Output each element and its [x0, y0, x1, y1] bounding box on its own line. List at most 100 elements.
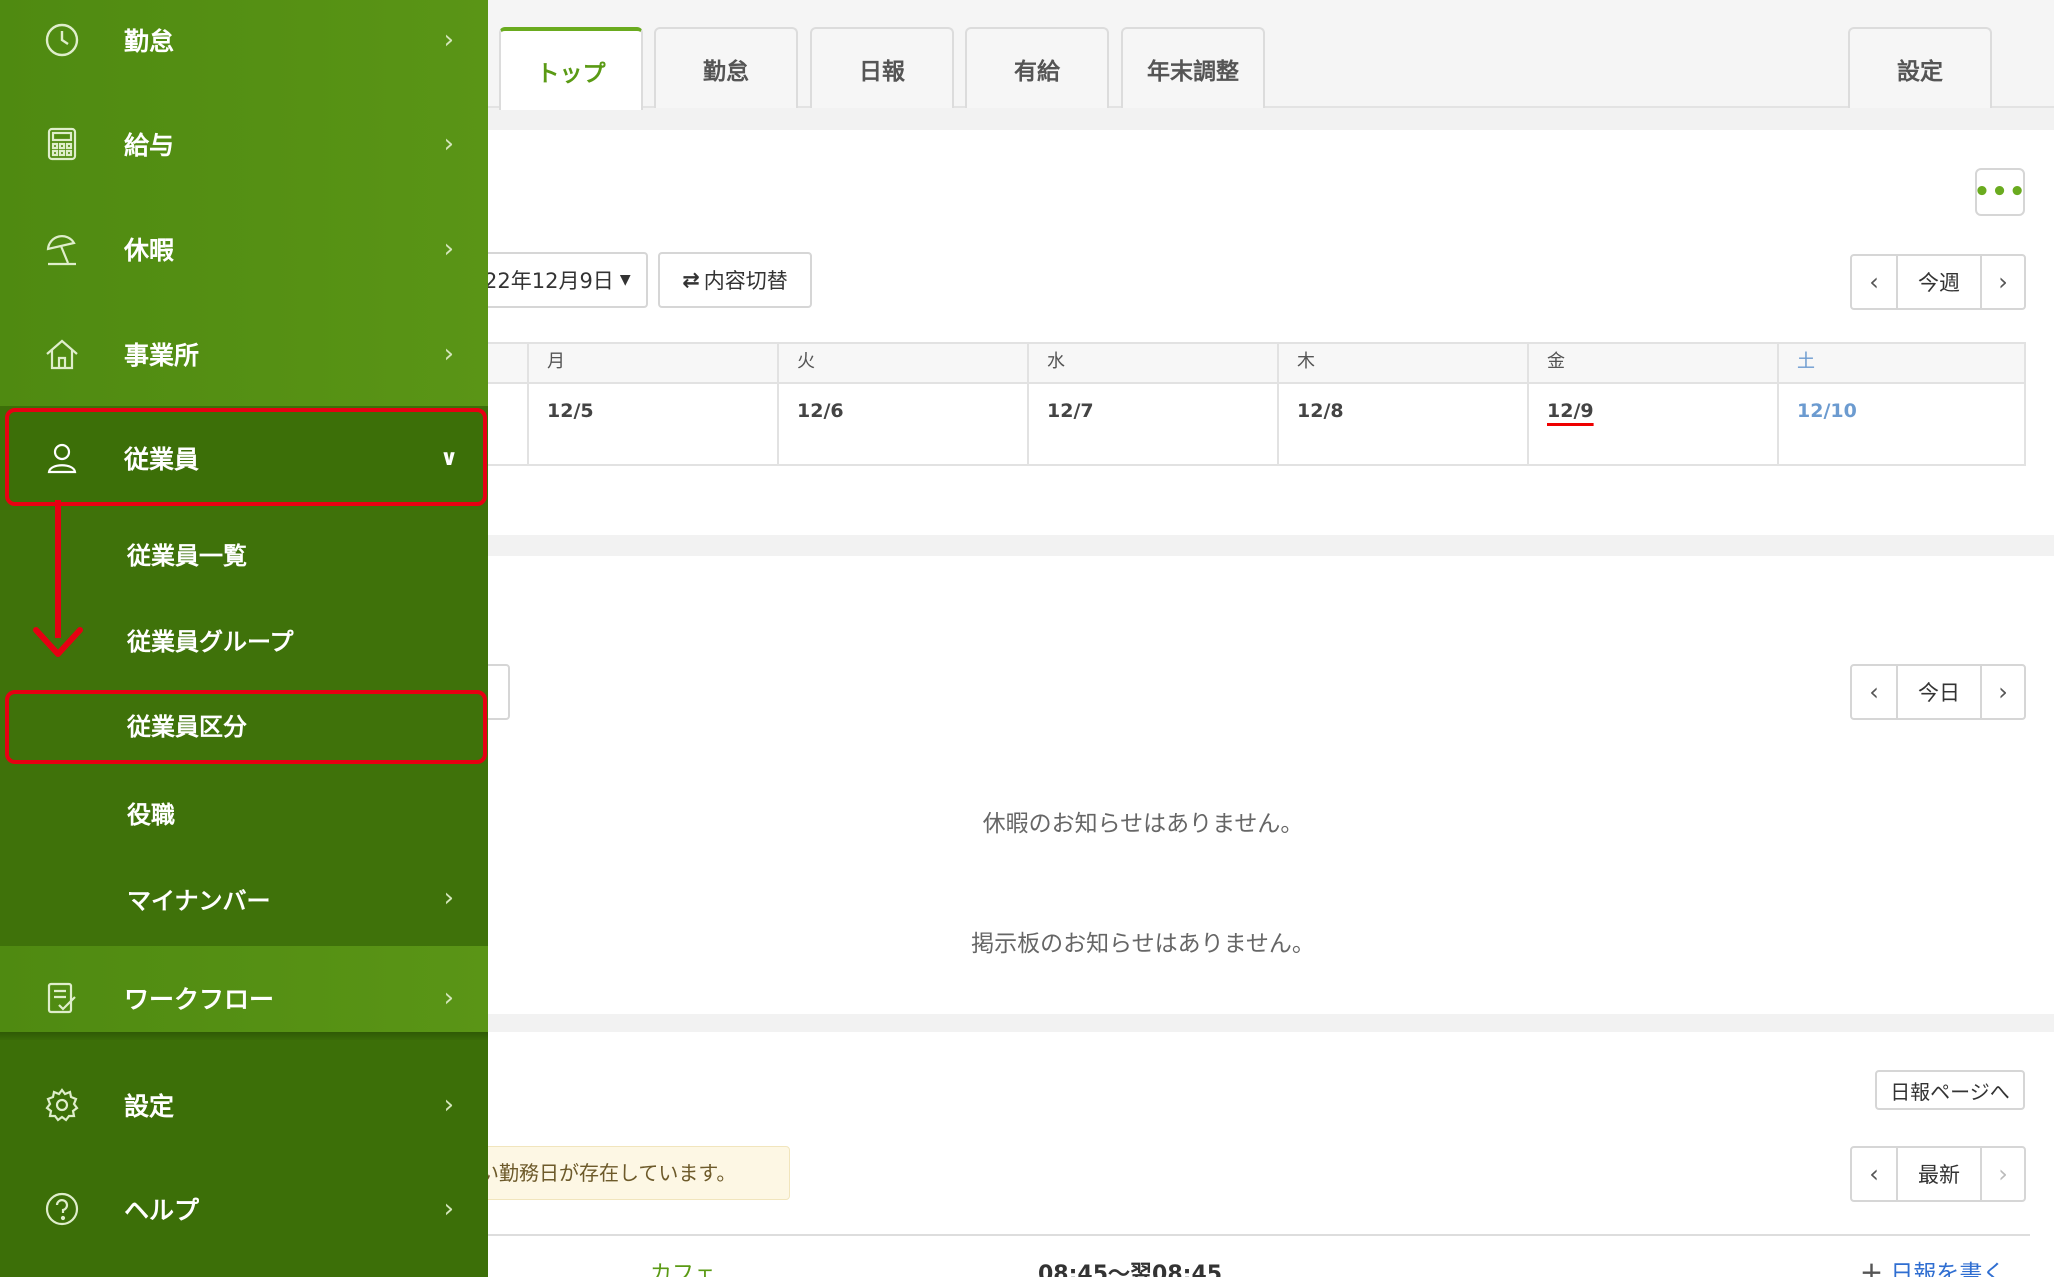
calendar-header-cell — [487, 344, 527, 382]
report-navigator: ‹ 最新 › — [1850, 1146, 2026, 1202]
tab-daily-report[interactable]: 日報 — [810, 27, 954, 108]
sidebar-item-label: 事業所 — [124, 341, 200, 370]
report-place-link[interactable]: カフェ — [650, 1256, 716, 1277]
more-options-button[interactable]: ••• — [1973, 168, 2027, 216]
calendar-date[interactable]: 12/8 — [1277, 384, 1527, 464]
chevron-right-icon: › — [443, 983, 454, 1013]
calendar-date-cell — [487, 384, 527, 464]
week-calendar: 月 火 水 木 金 土 12/5 12/6 12/7 12/8 12/9 12/… — [485, 342, 2026, 466]
sidebar-item-leave[interactable]: 休暇 › — [0, 197, 488, 301]
submenu-item-label: 従業員グループ — [127, 627, 294, 656]
weekday-label: 木 — [1277, 344, 1527, 382]
write-report-label: 日報を書く — [1890, 1261, 2006, 1277]
next-report-button: › — [1980, 1148, 2024, 1200]
chevron-right-icon: › — [443, 1194, 454, 1224]
sidebar-item-label: 勤怠 — [124, 27, 175, 56]
tab-top[interactable]: トップ — [499, 27, 643, 110]
calendar-date[interactable]: 12/6 — [777, 384, 1027, 464]
this-week-button[interactable]: 今週 — [1896, 256, 1980, 308]
tab-year-end-adjustment[interactable]: 年末調整 — [1121, 27, 1265, 108]
next-week-button[interactable]: › — [1980, 256, 2024, 308]
today-button[interactable]: 今日 — [1896, 666, 1980, 718]
calendar-date[interactable]: 12/5 — [527, 384, 777, 464]
sidebar-item-settings[interactable]: 設定 › — [0, 1053, 488, 1157]
submenu-item-label: マイナンバー — [127, 886, 271, 915]
sidebar-item-help[interactable]: ヘルプ › — [0, 1157, 488, 1261]
arrow-down-icon — [33, 627, 83, 657]
sidebar-item-label: 設定 — [124, 1092, 175, 1121]
sidebar-item-office[interactable]: 事業所 › — [0, 302, 488, 406]
submenu-employee-list[interactable]: 従業員一覧 — [0, 517, 482, 589]
ellipsis-icon: ••• — [1973, 177, 2027, 207]
sidebar-item-label: ワークフロー — [124, 985, 275, 1014]
swap-arrows-icon: ⇄ — [682, 268, 700, 292]
date-selector[interactable]: 22年12月9日 ▼ — [470, 252, 648, 308]
weekday-label-saturday: 土 — [1777, 344, 2024, 382]
tab-settings[interactable]: 設定 — [1848, 27, 1992, 108]
chevron-right-icon: › — [443, 339, 454, 369]
caret-down-icon: ▼ — [619, 272, 631, 288]
today-date-label: 12/9 — [1547, 400, 1594, 422]
sidebar: 勤怠 › 給与 › 休暇 › 事業所 › 従業員 ∨ 従業員一覧 従業員グループ… — [0, 0, 488, 1277]
sidebar-item-label: ヘルプ — [124, 1196, 200, 1225]
submenu-item-label: 従業員一覧 — [127, 541, 247, 570]
report-time: 08:45～翌08:45 — [1038, 1262, 1223, 1277]
submenu-positions[interactable]: 役職 — [0, 776, 482, 848]
gear-icon — [45, 1088, 79, 1122]
sidebar-item-employees[interactable]: 従業員 ∨ — [0, 406, 488, 510]
chevron-left-icon: ‹ — [1869, 268, 1879, 296]
submenu-my-number[interactable]: マイナンバー › — [0, 862, 482, 934]
sidebar-item-attendance[interactable]: 勤怠 › — [0, 0, 488, 92]
calendar-date-row: 12/5 12/6 12/7 12/8 12/9 12/10 — [487, 384, 2024, 464]
prev-day-button[interactable]: ‹ — [1852, 666, 1896, 718]
beach-umbrella-icon — [46, 235, 76, 266]
week-navigator: ‹ 今週 › — [1850, 254, 2026, 310]
help-icon — [45, 1192, 79, 1226]
chevron-right-icon: › — [443, 1090, 454, 1120]
write-report-link[interactable]: ＋ 日報を書く — [1860, 1254, 2005, 1277]
tab-paid-leave[interactable]: 有給 — [965, 27, 1109, 108]
chevron-right-icon: › — [443, 883, 454, 913]
person-icon — [47, 443, 77, 474]
calendar-date-saturday[interactable]: 12/10 — [1777, 384, 2024, 464]
clock-icon — [45, 23, 79, 57]
sidebar-item-label: 従業員 — [124, 445, 200, 474]
latest-button[interactable]: 最新 — [1896, 1148, 1980, 1200]
date-selector-label: 22年12月9日 — [484, 269, 614, 293]
weekday-label: 金 — [1527, 344, 1777, 382]
weekday-label: 水 — [1027, 344, 1277, 382]
calendar-date-today[interactable]: 12/9 — [1527, 384, 1777, 464]
sidebar-item-label: 休暇 — [124, 236, 175, 265]
submenu-item-label: 従業員区分 — [127, 712, 247, 741]
plus-icon: ＋ — [1860, 1261, 1883, 1277]
calculator-icon — [47, 127, 77, 161]
chevron-right-icon: › — [443, 129, 454, 159]
chevron-right-icon: › — [1998, 1160, 2008, 1188]
chevron-right-icon: › — [443, 25, 454, 55]
next-day-button[interactable]: › — [1980, 666, 2024, 718]
report-page-button[interactable]: 日報ページへ — [1875, 1070, 2025, 1110]
employees-submenu: 従業員一覧 従業員グループ 従業員区分 役職 マイナンバー › — [0, 510, 488, 946]
tab-attendance[interactable]: 勤怠 — [654, 27, 798, 108]
callout-arrow-shaft — [55, 500, 61, 638]
weekday-label: 月 — [527, 344, 777, 382]
chevron-left-icon: ‹ — [1869, 1160, 1879, 1188]
submenu-employee-categories[interactable]: 従業員区分 — [0, 688, 482, 760]
unsubmitted-warning: い勤務日が存在しています。 — [440, 1146, 790, 1200]
sidebar-item-payroll[interactable]: 給与 › — [0, 92, 488, 196]
home-icon — [46, 339, 78, 370]
chevron-right-icon: › — [1998, 268, 2008, 296]
sidebar-item-label: 給与 — [124, 131, 175, 160]
calendar-header-row: 月 火 水 木 金 土 — [487, 344, 2024, 384]
day-navigator: ‹ 今日 › — [1850, 664, 2026, 720]
toggle-content-button[interactable]: ⇄ 内容切替 — [658, 252, 812, 308]
calendar-date[interactable]: 12/7 — [1027, 384, 1277, 464]
checklist-icon — [47, 982, 76, 1014]
submenu-item-label: 役職 — [127, 800, 175, 829]
chevron-right-icon: › — [1998, 678, 2008, 706]
weekday-label: 火 — [777, 344, 1027, 382]
chevron-down-icon: ∨ — [440, 445, 458, 471]
prev-week-button[interactable]: ‹ — [1852, 256, 1896, 308]
prev-report-button[interactable]: ‹ — [1852, 1148, 1896, 1200]
chevron-right-icon: › — [443, 234, 454, 264]
